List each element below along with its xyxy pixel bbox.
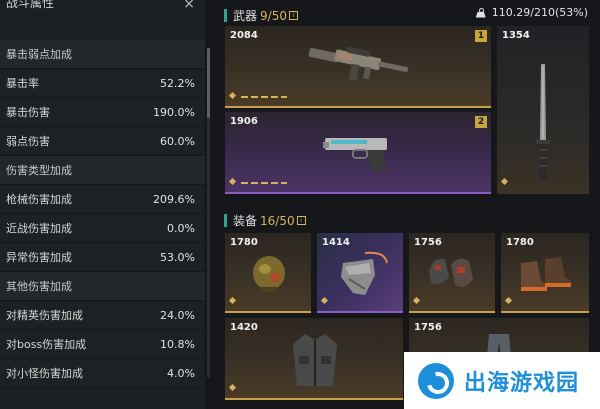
section-accent xyxy=(224,9,227,22)
weapons-title: 武器 xyxy=(233,9,258,23)
stats-panel-title: 战斗属性 xyxy=(6,0,55,10)
stat-row: 暴击伤害 190.0% xyxy=(0,98,205,127)
rarity-diamond-icon xyxy=(228,177,237,186)
carry-weight-value: 110.29/210(53%) xyxy=(491,6,588,19)
upgrade-progress xyxy=(241,96,287,98)
stats-group-header: 暴击弱点加成 xyxy=(0,40,205,69)
gear-card-3[interactable]: 1756 xyxy=(409,233,495,313)
stat-row: 暴击率 52.2% xyxy=(0,69,205,98)
info-box-icon: i xyxy=(296,216,306,225)
stat-label: 异常伤害加成 xyxy=(6,251,72,264)
stat-label: 对精英伤害加成 xyxy=(6,309,83,322)
rarity-diamond-icon xyxy=(228,91,237,100)
machete-icon xyxy=(536,64,550,180)
stat-label: 对boss伤害加成 xyxy=(6,338,87,351)
slot-badge: 1 xyxy=(475,30,487,42)
stat-label: 枪械伤害加成 xyxy=(6,193,72,206)
gear-card-2[interactable]: 1414 xyxy=(317,233,403,313)
rarity-diamond-icon xyxy=(320,296,329,305)
stat-label: 对小怪伤害加成 xyxy=(6,367,83,380)
stat-row: 对boss伤害加成 10.8% xyxy=(0,330,205,359)
item-score: 1414 xyxy=(322,237,350,248)
pistol-icon xyxy=(323,138,387,172)
section-accent xyxy=(224,214,227,227)
assault-rifle-icon xyxy=(308,46,409,81)
combat-stats-panel: 战斗属性 × 暴击弱点加成 暴击率 52.2% 暴击伤害 190.0% 弱点伤害 60.0%… xyxy=(0,0,205,409)
gear-card-4[interactable]: 1780 xyxy=(501,233,589,313)
weapons-section-header: 武器 9/50 i xyxy=(224,7,298,24)
gear-title: 装备 xyxy=(233,214,258,228)
stat-value: 24.0% xyxy=(160,308,195,322)
helmet-icon xyxy=(253,256,285,292)
stat-row: 弱点伤害 60.0% xyxy=(0,127,205,156)
stat-value: 4.0% xyxy=(167,366,195,380)
gloves-icon xyxy=(429,258,473,287)
jacket-icon xyxy=(293,334,337,386)
scrollbar-thumb[interactable] xyxy=(207,48,210,118)
weight-icon xyxy=(476,7,486,18)
boots-icon xyxy=(521,257,571,291)
stat-row: 异常伤害加成 53.0% xyxy=(0,243,205,272)
rarity-diamond-icon xyxy=(412,296,421,305)
stat-row: 对精英伤害加成 24.0% xyxy=(0,301,205,330)
item-score: 1780 xyxy=(230,237,258,248)
stat-value: 53.0% xyxy=(160,250,195,264)
rarity-diamond-icon xyxy=(500,177,509,186)
weapon-card-3[interactable]: 1906 2 xyxy=(225,112,491,194)
info-box-icon: i xyxy=(288,11,298,20)
stats-group-header: 其他伤害加成 xyxy=(0,272,205,301)
gear-card-1[interactable]: 1780 xyxy=(225,233,311,313)
item-score: 1354 xyxy=(502,30,530,41)
upgrade-progress xyxy=(241,182,287,184)
item-score: 1756 xyxy=(414,237,442,248)
rarity-diamond-icon xyxy=(228,296,237,305)
close-icon[interactable]: × xyxy=(183,0,195,12)
stat-label: 弱点伤害 xyxy=(6,135,50,148)
watermark: 出海游戏园 xyxy=(404,352,600,409)
stat-value: 60.0% xyxy=(160,134,195,148)
gear-section-header: 装备 16/50 i xyxy=(224,212,306,229)
stat-value: 10.8% xyxy=(160,337,195,351)
stat-label: 其他伤害加成 xyxy=(6,280,72,293)
stat-label: 近战伤害加成 xyxy=(6,222,72,235)
stat-value: 0.0% xyxy=(167,221,195,235)
item-score: 1780 xyxy=(506,237,534,248)
gear-card-5[interactable]: 1420 xyxy=(225,318,403,400)
item-score: 1420 xyxy=(230,322,258,333)
stat-label: 暴击率 xyxy=(6,77,39,90)
item-score: 2084 xyxy=(230,30,258,41)
item-score: 1906 xyxy=(230,116,258,127)
stats-panel-header: 战斗属性 × xyxy=(0,0,205,40)
stats-list: 暴击弱点加成 暴击率 52.2% 暴击伤害 190.0% 弱点伤害 60.0% 伤害类型加成枪… xyxy=(0,40,205,388)
weapons-count: 9/50 xyxy=(260,8,287,23)
stat-value: 209.6% xyxy=(153,192,195,206)
item-score: 1756 xyxy=(414,322,442,333)
weapon-card-1[interactable]: 2084 1 xyxy=(225,26,491,108)
stat-label: 暴击伤害 xyxy=(6,106,50,119)
stat-row: 对小怪伤害加成 4.0% xyxy=(0,359,205,388)
watermark-logo-icon xyxy=(418,362,454,399)
rarity-diamond-icon xyxy=(504,296,513,305)
stats-scrollbar[interactable] xyxy=(207,48,210,378)
stat-row: 近战伤害加成 0.0% xyxy=(0,214,205,243)
slot-badge: 2 xyxy=(475,116,487,128)
watermark-text: 出海游戏园 xyxy=(464,370,580,396)
carry-weight: 110.29/210(53%) xyxy=(476,6,588,19)
stat-label: 伤害类型加成 xyxy=(6,164,72,177)
stats-group-header: 伤害类型加成 xyxy=(0,156,205,185)
stat-value: 52.2% xyxy=(160,76,195,90)
stat-row: 枪械伤害加成 209.6% xyxy=(0,185,205,214)
rarity-diamond-icon xyxy=(228,383,237,392)
weapon-card-2[interactable]: 1354 xyxy=(497,26,589,194)
bandana-mask-icon xyxy=(341,251,388,295)
gear-count: 16/50 xyxy=(260,213,295,228)
stat-label: 暴击弱点加成 xyxy=(6,48,72,61)
stat-value: 190.0% xyxy=(153,105,195,119)
